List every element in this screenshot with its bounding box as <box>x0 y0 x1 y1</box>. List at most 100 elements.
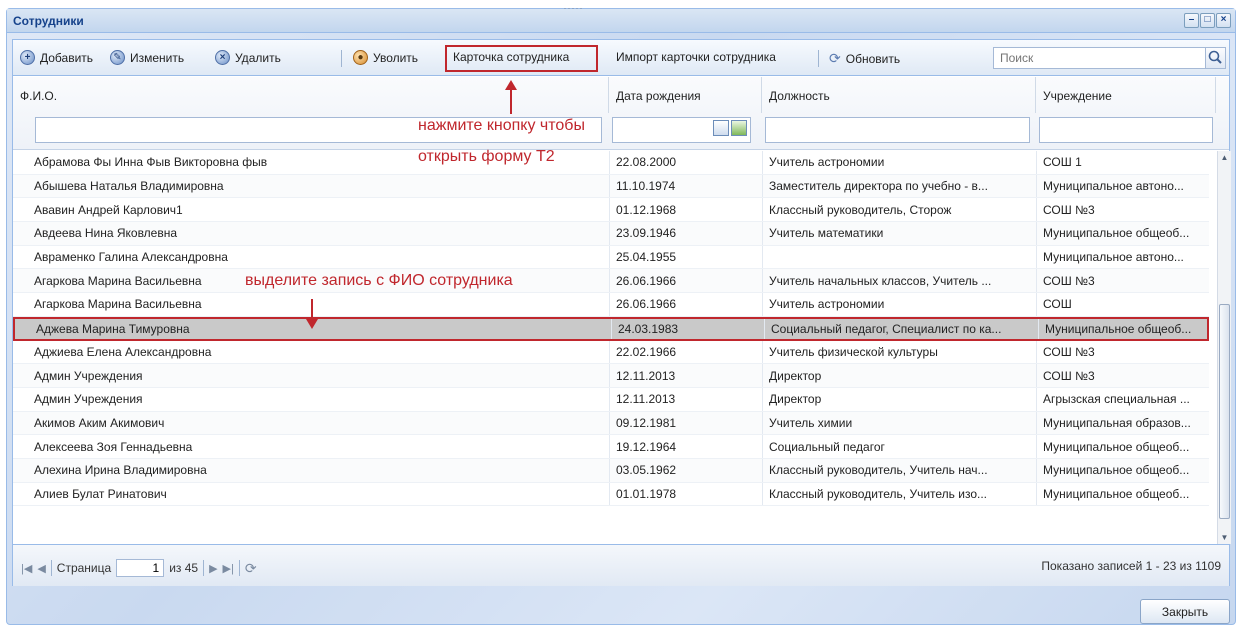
filter-position[interactable] <box>765 117 1030 143</box>
cell-institution: Муниципальное общеоб... <box>1045 321 1192 336</box>
filter-position-input[interactable] <box>765 117 1030 143</box>
column-divider <box>762 222 763 245</box>
search-input[interactable] <box>994 48 1194 68</box>
column-divider <box>762 482 763 506</box>
search-field[interactable] <box>993 47 1226 69</box>
table-row[interactable]: Абышева Наталья Владимировна 11.10.1974 За… <box>13 174 1209 199</box>
scroll-down-icon[interactable]: ▼ <box>1220 533 1229 542</box>
cell-position: Классный руководитель, Учитель изо... <box>769 486 988 501</box>
column-divider <box>609 222 610 245</box>
cell-birthdate: 09.12.1981 <box>616 415 677 430</box>
cell-birthdate: 22.08.2000 <box>616 155 677 170</box>
cell-fio: Ававин Андрей Карлович1 <box>34 202 183 217</box>
table-row[interactable]: Абрамова Фы Инна Фыв Викторовна фыв 22.08… <box>13 151 1209 175</box>
next-page-icon[interactable]: ▶ <box>209 562 217 575</box>
window-controls: – □ × <box>1184 13 1231 28</box>
delete-button[interactable]: × Удалить <box>215 50 281 65</box>
column-divider <box>762 245 763 269</box>
table-row-selected[interactable]: Аджева Марина Тимуровна 24.03.1983 Социаль… <box>13 316 1209 341</box>
cell-institution: Муниципальное общеоб... <box>1043 463 1190 478</box>
cell-institution: СОШ <box>1043 297 1072 312</box>
cell-birthdate: 19.12.1964 <box>616 439 677 454</box>
refresh-button[interactable]: ⟳ Обновить <box>829 50 900 67</box>
column-header-position[interactable]: Должность <box>762 77 1036 113</box>
cell-fio: Админ Учреждения <box>34 392 143 407</box>
delete-icon: × <box>215 50 230 65</box>
scrollbar-thumb[interactable] <box>1219 304 1230 519</box>
cell-institution: СОШ №3 <box>1043 368 1095 383</box>
column-header-institution[interactable]: Учреждение <box>1036 77 1216 113</box>
clear-filter-icon[interactable] <box>731 120 747 136</box>
minimize-icon[interactable]: – <box>1184 13 1199 28</box>
maximize-icon[interactable]: □ <box>1200 13 1215 28</box>
annotation-row-hint: выделите запись с ФИО сотрудника <box>245 272 513 289</box>
table-row[interactable]: Админ Учреждения 12.11.2013 Директор Агрызс… <box>13 387 1209 412</box>
table-row[interactable]: Аджиева Елена Александровна 22.02.1966 Учи… <box>13 340 1209 365</box>
cell-position: Директор <box>769 368 822 383</box>
column-divider <box>1036 482 1037 506</box>
cell-institution: Муниципальная образов... <box>1043 415 1191 430</box>
first-page-icon[interactable]: |◀ <box>21 562 32 575</box>
column-divider <box>1036 458 1037 482</box>
cell-institution: Муниципальное автоно... <box>1043 179 1184 194</box>
filter-institution[interactable] <box>1039 117 1213 143</box>
table-row[interactable]: Ававин Андрей Карлович1 01.12.1968 Классны… <box>13 198 1209 223</box>
column-header-birthdate[interactable]: Дата рождения <box>609 77 762 113</box>
dismiss-button[interactable]: ● Уволить <box>353 50 418 65</box>
column-divider <box>762 364 763 387</box>
search-button[interactable] <box>1205 48 1225 68</box>
close-icon[interactable]: × <box>1216 13 1231 28</box>
table-row[interactable]: Авдеева Нина Яковлевна 23.09.1946 Учитель … <box>13 222 1209 246</box>
close-button[interactable]: Закрыть <box>1140 599 1230 624</box>
column-divider <box>1036 151 1037 174</box>
edit-label: Изменить <box>130 50 185 65</box>
employee-card-highlight <box>445 45 598 72</box>
add-button[interactable]: + Добавить <box>20 50 93 65</box>
refresh-icon[interactable]: ⟳ <box>245 560 257 577</box>
column-divider <box>611 318 612 339</box>
annotation-arrow-down-icon <box>306 319 318 329</box>
records-status: Показано записей 1 - 23 из 1109 <box>1041 559 1221 573</box>
cell-institution: Муниципальное общеоб... <box>1043 226 1190 241</box>
column-divider <box>762 151 763 174</box>
cell-birthdate: 26.06.1966 <box>616 297 677 312</box>
scroll-up-icon[interactable]: ▲ <box>1220 153 1229 162</box>
table-row[interactable]: Алиев Булат Ринатович 01.01.1978 Классный … <box>13 482 1209 507</box>
table-row[interactable]: Авраменко Галина Александровна 25.04.1955… <box>13 245 1209 270</box>
dismiss-label: Уволить <box>373 50 419 65</box>
cell-birthdate: 23.09.1946 <box>616 226 677 241</box>
annotation-arrow-line <box>510 89 512 114</box>
page-number-input[interactable] <box>116 559 165 577</box>
prev-page-icon[interactable]: ◀ <box>37 562 45 575</box>
table-row[interactable]: Акимов Аким Акимович 09.12.1981 Учитель хи… <box>13 411 1209 436</box>
last-page-icon[interactable]: ▶| <box>223 562 234 575</box>
column-divider <box>1036 269 1037 293</box>
cell-birthdate: 03.05.1962 <box>616 463 677 478</box>
filter-institution-input[interactable] <box>1039 117 1213 143</box>
pager-separator <box>203 560 205 576</box>
table-row[interactable]: Алехина Ирина Владимировна 03.05.1962 Клас… <box>13 458 1209 483</box>
column-header-fio[interactable]: Ф.И.О. <box>13 77 609 113</box>
calendar-icon[interactable] <box>713 120 729 136</box>
cell-institution: Муниципальное общеоб... <box>1043 486 1190 501</box>
column-divider <box>1038 318 1039 339</box>
vertical-scrollbar[interactable]: ▲ ▼ <box>1217 151 1231 544</box>
import-card-label: Импорт карточки сотрудника <box>616 50 776 64</box>
window-titlebar[interactable]: Сотрудники – □ × <box>7 9 1235 33</box>
column-divider <box>609 435 610 458</box>
cell-fio: Агаркова Марина Васильевна <box>34 297 202 312</box>
pager-controls: |◀ ◀ Страница из 45 ▶ ▶| ⟳ <box>21 559 257 577</box>
table-row[interactable]: Агаркова Марина Васильевна 26.06.1966 Учит… <box>13 293 1209 317</box>
cell-position: Учитель астрономии <box>769 155 885 170</box>
edit-button[interactable]: ✎ Изменить <box>110 50 184 65</box>
import-card-button[interactable]: Импорт карточки сотрудника <box>616 50 776 64</box>
cell-position: Социальный педагог <box>769 439 885 454</box>
column-divider <box>764 318 765 339</box>
table-row[interactable]: Агаркова Марина Васильевна 26.06.1966 Учит… <box>13 269 1209 294</box>
cell-fio: Алексеева Зоя Геннадьевна <box>34 439 193 454</box>
cell-birthdate: 01.12.1968 <box>616 202 677 217</box>
column-divider <box>762 293 763 316</box>
table-row[interactable]: Админ Учреждения 12.11.2013 Директор СОШ №3 <box>13 364 1209 388</box>
column-divider <box>1036 364 1037 387</box>
table-row[interactable]: Алексеева Зоя Геннадьевна 19.12.1964 Социа… <box>13 435 1209 459</box>
